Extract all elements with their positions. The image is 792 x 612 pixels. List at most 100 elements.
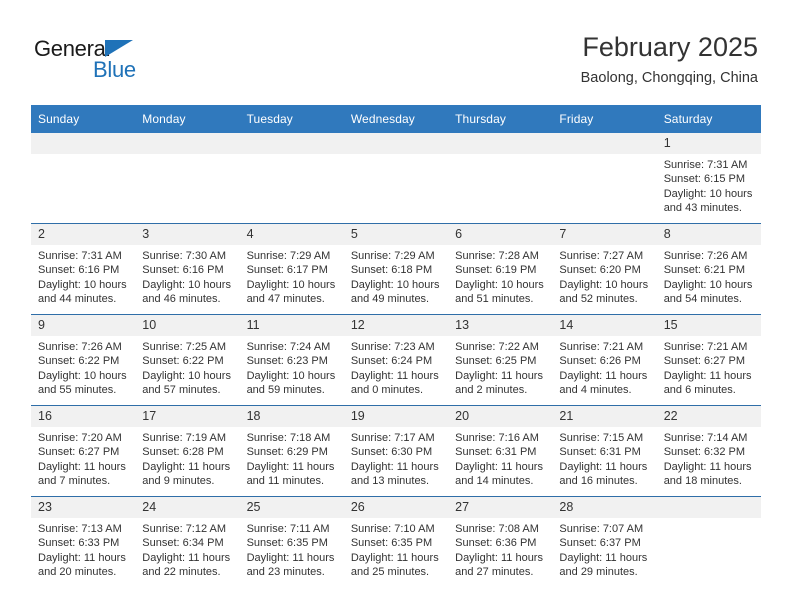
calendar-day-cell[interactable]: 21 Sunrise: 7:15 AM Sunset: 6:31 PM Dayligh… — [552, 405, 657, 497]
calendar-day-cell[interactable]: 27 Sunrise: 7:08 AM Sunset: 6:36 PM Dayligh… — [448, 496, 553, 587]
sunrise-time: Sunrise: 7:13 AM — [38, 523, 122, 535]
daylight-duration-line1: Daylight: 10 hours — [663, 278, 753, 291]
daylight-duration-line2: and 43 minutes. — [663, 201, 742, 214]
day-details: Sunrise: 7:29 AM Sunset: 6:18 PM Daylight:… — [344, 245, 448, 306]
sunrise-time: Sunrise: 7:14 AM — [663, 432, 748, 444]
sunset-time: Sunset: 6:27 PM — [663, 355, 746, 368]
daylight-duration-line1: Daylight: 10 hours — [455, 278, 544, 291]
generalblue-logo[interactable]: General Blue — [34, 36, 234, 92]
weekday-header-tuesday: Tuesday — [239, 105, 344, 133]
calendar-day-cell[interactable]: 14 Sunrise: 7:21 AM Sunset: 6:26 PM Dayligh… — [552, 314, 657, 406]
day-details: Sunrise: 7:11 AM Sunset: 6:35 PM Daylight:… — [240, 518, 344, 579]
day-details: Sunrise: 7:26 AM Sunset: 6:21 PM Daylight:… — [657, 245, 761, 306]
calendar-day-cell[interactable]: 11 Sunrise: 7:24 AM Sunset: 6:23 PM Dayligh… — [239, 314, 344, 406]
day-details: Sunrise: 7:21 AM Sunset: 6:27 PM Daylight:… — [657, 336, 761, 397]
daylight-duration-line1: Daylight: 11 hours — [246, 460, 335, 473]
day-details: Sunrise: 7:23 AM Sunset: 6:24 PM Daylight:… — [344, 336, 448, 397]
day-number: 4 — [239, 224, 344, 245]
calendar-day-cell[interactable]: 12 Sunrise: 7:23 AM Sunset: 6:24 PM Dayligh… — [343, 314, 449, 406]
daylight-duration-line1: Daylight: 11 hours — [455, 460, 543, 473]
calendar-day-cell[interactable]: 20 Sunrise: 7:16 AM Sunset: 6:31 PM Dayligh… — [448, 405, 553, 497]
daylight-duration-line2: and 49 minutes. — [350, 292, 430, 305]
day-details: Sunrise: 7:12 AM Sunset: 6:34 PM Daylight:… — [135, 518, 239, 579]
title-block: February 2025 Baolong, Chongqing, China — [581, 30, 758, 89]
day-number: 20 — [448, 406, 553, 427]
calendar-day-cell[interactable]: 8 Sunrise: 7:26 AM Sunset: 6:21 PM Daylight… — [656, 223, 761, 315]
day-number: 17 — [135, 406, 240, 427]
daylight-duration-line2: and 14 minutes. — [455, 474, 534, 487]
calendar-day-cell[interactable]: 18 Sunrise: 7:18 AM Sunset: 6:29 PM Dayligh… — [239, 405, 344, 497]
calendar-day-cell[interactable]: 6 Sunrise: 7:28 AM Sunset: 6:19 PM Daylight… — [448, 223, 553, 315]
calendar-day-cell[interactable]: 16 Sunrise: 7:20 AM Sunset: 6:27 PM Dayligh… — [31, 405, 136, 497]
sunrise-time: Sunrise: 7:29 AM — [350, 250, 435, 262]
calendar-day-cell[interactable]: 7 Sunrise: 7:27 AM Sunset: 6:20 PM Daylight… — [552, 223, 657, 315]
sunset-time: Sunset: 6:31 PM — [559, 446, 641, 459]
sunrise-time: Sunrise: 7:16 AM — [455, 432, 539, 444]
sunset-time: Sunset: 6:36 PM — [455, 537, 537, 550]
calendar-day-cell[interactable]: 22 Sunrise: 7:14 AM Sunset: 6:32 PM Dayligh… — [656, 405, 761, 497]
day-details: Sunrise: 7:07 AM Sunset: 6:37 PM Daylight:… — [552, 518, 656, 579]
day-number — [239, 133, 344, 154]
sunrise-time: Sunrise: 7:15 AM — [559, 432, 644, 444]
calendar-day-cell[interactable]: 13 Sunrise: 7:22 AM Sunset: 6:25 PM Dayligh… — [448, 314, 553, 406]
calendar-day-cell[interactable]: 1 Sunrise: 7:31 AM Sunset: 6:15 PM Daylight… — [656, 133, 761, 224]
day-details: Sunrise: 7:25 AM Sunset: 6:22 PM Daylight:… — [135, 336, 239, 397]
sunrise-time: Sunrise: 7:19 AM — [142, 432, 227, 444]
sunset-time: Sunset: 6:33 PM — [38, 537, 120, 550]
calendar-day-cell[interactable]: 2 Sunrise: 7:31 AM Sunset: 6:16 PM Daylight… — [31, 223, 136, 315]
calendar-day-cell-empty — [552, 133, 657, 224]
calendar-day-cell[interactable]: 10 Sunrise: 7:25 AM Sunset: 6:22 PM Dayligh… — [135, 314, 240, 406]
daylight-duration-line1: Daylight: 11 hours — [142, 551, 231, 564]
calendar-day-cell[interactable]: 3 Sunrise: 7:30 AM Sunset: 6:16 PM Daylight… — [135, 223, 240, 315]
daylight-duration-line1: Daylight: 10 hours — [663, 187, 753, 200]
calendar-day-cell-empty — [448, 133, 553, 224]
calendar-day-cell[interactable]: 24 Sunrise: 7:12 AM Sunset: 6:34 PM Dayligh… — [135, 496, 240, 587]
daylight-duration-line1: Daylight: 11 hours — [663, 369, 752, 382]
calendar-day-cell[interactable]: 26 Sunrise: 7:10 AM Sunset: 6:35 PM Dayligh… — [343, 496, 449, 587]
daylight-duration-line1: Daylight: 11 hours — [38, 551, 126, 564]
calendar-day-cell[interactable]: 19 Sunrise: 7:17 AM Sunset: 6:30 PM Dayligh… — [343, 405, 449, 497]
sunset-time: Sunset: 6:24 PM — [350, 355, 433, 368]
daylight-duration-line2: and 46 minutes. — [142, 292, 221, 305]
sunset-time: Sunset: 6:21 PM — [663, 264, 746, 277]
calendar-day-cell[interactable]: 28 Sunrise: 7:07 AM Sunset: 6:37 PM Dayligh… — [552, 496, 657, 587]
day-number: 6 — [448, 224, 553, 245]
calendar-day-cell[interactable]: 15 Sunrise: 7:21 AM Sunset: 6:27 PM Dayligh… — [656, 314, 761, 406]
day-details: Sunrise: 7:26 AM Sunset: 6:22 PM Daylight:… — [31, 336, 135, 397]
day-number: 23 — [31, 497, 136, 518]
daylight-duration-line1: Daylight: 11 hours — [350, 369, 439, 382]
calendar-day-cell[interactable]: 4 Sunrise: 7:29 AM Sunset: 6:17 PM Daylight… — [239, 223, 344, 315]
daylight-duration-line1: Daylight: 10 hours — [350, 278, 440, 291]
calendar-day-cell[interactable]: 25 Sunrise: 7:11 AM Sunset: 6:35 PM Dayligh… — [239, 496, 344, 587]
day-details: Sunrise: 7:17 AM Sunset: 6:30 PM Daylight:… — [344, 427, 448, 488]
daylight-duration-line2: and 51 minutes. — [455, 292, 534, 305]
calendar-day-cell[interactable]: 5 Sunrise: 7:29 AM Sunset: 6:18 PM Daylight… — [343, 223, 449, 315]
daylight-duration-line1: Daylight: 11 hours — [455, 369, 543, 382]
sunset-time: Sunset: 6:35 PM — [246, 537, 328, 550]
day-number: 14 — [552, 315, 657, 336]
calendar-day-cell[interactable]: 17 Sunrise: 7:19 AM Sunset: 6:28 PM Dayligh… — [135, 405, 240, 497]
day-details: Sunrise: 7:16 AM Sunset: 6:31 PM Daylight:… — [448, 427, 552, 488]
daylight-duration-line2: and 44 minutes. — [38, 292, 117, 305]
day-number: 19 — [343, 406, 449, 427]
day-details: Sunrise: 7:21 AM Sunset: 6:26 PM Daylight:… — [552, 336, 656, 397]
sunrise-time: Sunrise: 7:26 AM — [663, 250, 748, 262]
sunset-time: Sunset: 6:16 PM — [142, 264, 224, 277]
calendar-day-cell[interactable]: 23 Sunrise: 7:13 AM Sunset: 6:33 PM Dayligh… — [31, 496, 136, 587]
sunset-time: Sunset: 6:18 PM — [350, 264, 433, 277]
weekday-header-thursday: Thursday — [448, 105, 553, 133]
sunrise-time: Sunrise: 7:21 AM — [663, 341, 748, 353]
day-details: Sunrise: 7:08 AM Sunset: 6:36 PM Daylight:… — [448, 518, 552, 579]
sunset-time: Sunset: 6:37 PM — [559, 537, 641, 550]
weekday-header-friday: Friday — [552, 105, 657, 133]
day-details: Sunrise: 7:29 AM Sunset: 6:17 PM Daylight:… — [240, 245, 344, 306]
sunset-time: Sunset: 6:23 PM — [246, 355, 328, 368]
sunrise-time: Sunrise: 7:25 AM — [142, 341, 227, 353]
day-details: Sunrise: 7:15 AM Sunset: 6:31 PM Daylight:… — [552, 427, 656, 488]
day-details: Sunrise: 7:18 AM Sunset: 6:29 PM Daylight:… — [240, 427, 344, 488]
sunrise-time: Sunrise: 7:30 AM — [142, 250, 227, 262]
sunrise-time: Sunrise: 7:22 AM — [455, 341, 539, 353]
calendar-day-cell[interactable]: 9 Sunrise: 7:26 AM Sunset: 6:22 PM Daylight… — [31, 314, 136, 406]
day-details: Sunrise: 7:22 AM Sunset: 6:25 PM Daylight:… — [448, 336, 552, 397]
day-number: 11 — [239, 315, 344, 336]
